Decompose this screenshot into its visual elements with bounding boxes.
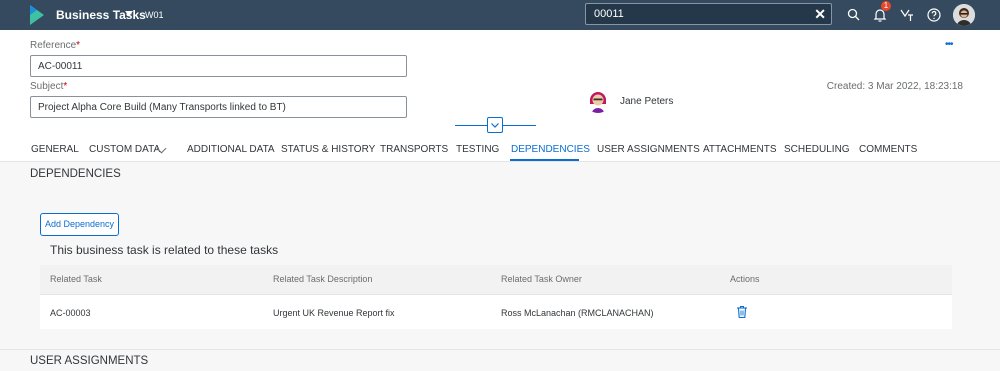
column-header-actions: Actions <box>730 274 760 284</box>
tab-status-history[interactable]: STATUS & HISTORY <box>281 144 375 155</box>
tab-attachments[interactable]: ATTACHMENTS <box>703 144 777 155</box>
section-title-user-assignments: USER ASSIGNMENTS <box>30 355 149 367</box>
tab-user-assignments[interactable]: USER ASSIGNMENTS <box>597 144 700 155</box>
help-icon[interactable] <box>926 7 942 23</box>
section-divider <box>0 349 1000 350</box>
tab-additional-data[interactable]: ADDITIONAL DATA <box>187 144 275 155</box>
clear-icon[interactable]: ✕ <box>814 6 826 23</box>
tab-testing[interactable]: TESTING <box>456 144 499 155</box>
search-input[interactable]: 00011 ✕ <box>585 3 832 25</box>
column-header-description: Related Task Description <box>273 274 373 284</box>
copilot-icon[interactable] <box>899 7 915 23</box>
tab-scheduling[interactable]: SCHEDULING <box>784 144 850 155</box>
created-timestamp: Created: 3 Mar 2022, 18:23:18 <box>826 81 963 92</box>
notification-badge: 1 <box>881 1 891 11</box>
cell-owner: Ross McLanachan (RMCLANACHAN) <box>501 308 654 318</box>
section-title-dependencies: DEPENDENCIES <box>30 168 121 180</box>
cell-related-task[interactable]: AC-00003 <box>50 308 91 318</box>
object-header: Reference* AC-00011 Subject* Project Alp… <box>0 30 1000 126</box>
search-icon[interactable] <box>846 7 862 23</box>
user-avatar[interactable] <box>953 4 975 26</box>
reference-value: AC-00011 <box>38 61 83 72</box>
search-value: 00011 <box>594 8 624 20</box>
app-logo-icon[interactable] <box>30 5 44 25</box>
owner-name: Jane Peters <box>620 96 674 107</box>
shell-bar: Business Tasks W01 00011 ✕ 1 <box>0 0 1000 30</box>
app-subtitle: W01 <box>145 10 164 20</box>
column-header-related-task: Related Task <box>50 274 102 284</box>
reference-field[interactable]: AC-00011 <box>30 55 407 77</box>
tab-custom-data[interactable]: CUSTOM DATA <box>89 144 160 155</box>
column-header-owner: Related Task Owner <box>501 274 582 284</box>
dependencies-table: Related Task Related Task Description Re… <box>40 265 952 329</box>
tab-transports[interactable]: TRANSPORTS <box>380 144 448 155</box>
chevron-down-icon <box>491 123 499 128</box>
tab-general[interactable]: GENERAL <box>31 144 79 155</box>
tab-dependencies[interactable]: DEPENDENCIES <box>511 144 590 155</box>
active-tab-indicator <box>510 159 579 161</box>
table-header: Related Task Related Task Description Re… <box>40 265 952 295</box>
more-icon[interactable]: ••• <box>945 39 953 50</box>
trash-icon[interactable] <box>736 305 748 319</box>
caret-down-icon[interactable] <box>125 11 133 16</box>
owner-avatar <box>585 87 611 113</box>
reference-label: Reference* <box>30 40 81 51</box>
subject-label: Subject* <box>30 81 68 92</box>
add-dependency-button[interactable]: Add Dependency <box>40 213 119 236</box>
subject-field[interactable]: Project Alpha Core Build (Many Transport… <box>30 96 407 118</box>
tab-comments[interactable]: COMMENTS <box>859 144 917 155</box>
collapse-header-button[interactable] <box>487 117 503 133</box>
cell-description: Urgent UK Revenue Report fix <box>273 308 395 318</box>
subject-value: Project Alpha Core Build (Many Transport… <box>38 102 286 113</box>
table-title: This business task is related to these t… <box>50 243 279 257</box>
